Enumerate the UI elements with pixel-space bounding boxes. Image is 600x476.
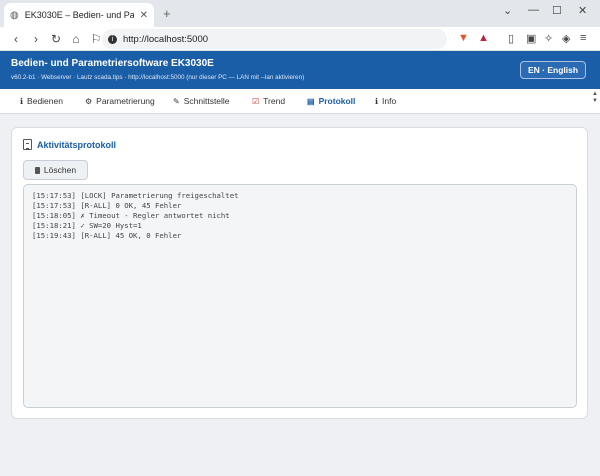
chevron-down-icon[interactable]: ⌄ [503,4,512,17]
close-window-icon[interactable]: ✕ [578,4,587,17]
browser-tabstrip: ◍ EK3030E – Bedien- und Parametri ✕ + ⌄ … [0,0,600,27]
tab-label: Trend [263,96,286,106]
gear-icon: ⚙ [85,96,93,106]
app-header: Bedien- und Parametriersoftware EK3030E … [0,51,600,89]
new-tab-icon[interactable]: + [163,6,171,21]
tab-label: Protokoll [318,96,356,106]
log-output[interactable]: [15:17:53] [LOCK] Parametrierung freiges… [23,184,577,408]
chart-icon: ☑ [252,96,260,106]
tab-protokoll[interactable]: ▤ Protokoll [307,96,355,106]
log-line: [15:17:53] [R-ALL] 0 OK, 45 Fehler [32,201,182,210]
log-line: [15:19:43] [R-ALL] 45 OK, 0 Fehler [32,231,182,240]
address-bar[interactable]: i http://localhost:5000 [102,29,447,49]
home-icon[interactable]: ⌂ [66,32,86,46]
clipboard-icon [23,139,32,150]
site-info-icon[interactable]: i [108,34,117,44]
log-line: [15:18:21] ✓ SW=20 Hyst=1 [32,221,142,230]
minimize-icon[interactable]: — [528,4,539,16]
sidebar-icon[interactable]: ▯ [508,32,514,45]
back-icon[interactable]: ‹ [6,32,26,46]
rewards-icon[interactable]: ▲ [478,32,489,44]
browser-tab-title: EK3030E – Bedien- und Parametri [24,10,134,20]
clear-button-label: Löschen [43,165,77,175]
trash-icon [34,166,40,174]
tab-label: Info [382,96,397,106]
clipboard-icon: ▤ [307,96,315,106]
app-title: Bedien- und Parametriersoftware EK3030E [11,58,214,69]
maximize-icon[interactable]: ☐ [552,4,562,17]
brave-shield-icon[interactable]: ▼ [458,32,469,44]
tab-info[interactable]: ℹ Info [375,96,396,106]
info-icon: ℹ [375,96,379,106]
tab-label: Bedienen [27,96,63,106]
reload-icon[interactable]: ↻ [46,32,66,46]
card-title: Aktivitätsprotokoll [23,139,116,150]
language-button[interactable]: EN · English [520,61,586,79]
wallet-icon[interactable]: ▣ [526,32,536,45]
app-nav: ℹ Bedienen ⚙ Parametrierung ✎ Schnittste… [0,89,600,114]
browser-tab[interactable]: ◍ EK3030E – Bedien- und Parametri ✕ [4,3,154,27]
menu-icon[interactable]: ≡ [580,32,586,44]
url-text[interactable]: http://localhost:5000 [123,34,208,45]
plug-icon: ✎ [173,96,180,106]
forward-icon[interactable]: › [26,32,46,46]
vpn-icon[interactable]: ◈ [562,32,570,45]
tab-label: Schnittstelle [183,96,230,106]
card-title-text: Aktivitätsprotokoll [37,139,117,150]
tab-schnittstelle[interactable]: ✎ Schnittstelle [173,96,230,106]
protocol-card: Aktivitätsprotokoll Löschen [15:17:53] [… [11,127,588,419]
close-icon[interactable]: ✕ [140,10,148,21]
clear-button[interactable]: Löschen [23,160,88,180]
log-line: [15:17:53] [LOCK] Parametrierung freiges… [32,191,239,200]
tab-label: Parametrierung [96,96,155,106]
tab-trend[interactable]: ☑ Trend [252,96,285,106]
globe-icon: ◍ [10,9,19,21]
tab-bedienen[interactable]: ℹ Bedienen [20,96,63,106]
scroll-arrows[interactable]: ▲ ▼ [592,91,598,105]
leo-icon[interactable]: ✧ [544,32,553,45]
browser-toolbar: ‹ › ↻ ⌂ ⚐ i http://localhost:5000 ▼ ▲ ▯ … [0,27,600,51]
app-subtitle: v60.2-b1 · Webserver · Lautz scada.tips … [11,74,305,81]
tab-parametrierung[interactable]: ⚙ Parametrierung [85,96,155,106]
info-icon: ℹ [20,96,24,106]
log-line: [15:18:05] ✗ Timeout - Regler antwortet … [32,211,230,220]
